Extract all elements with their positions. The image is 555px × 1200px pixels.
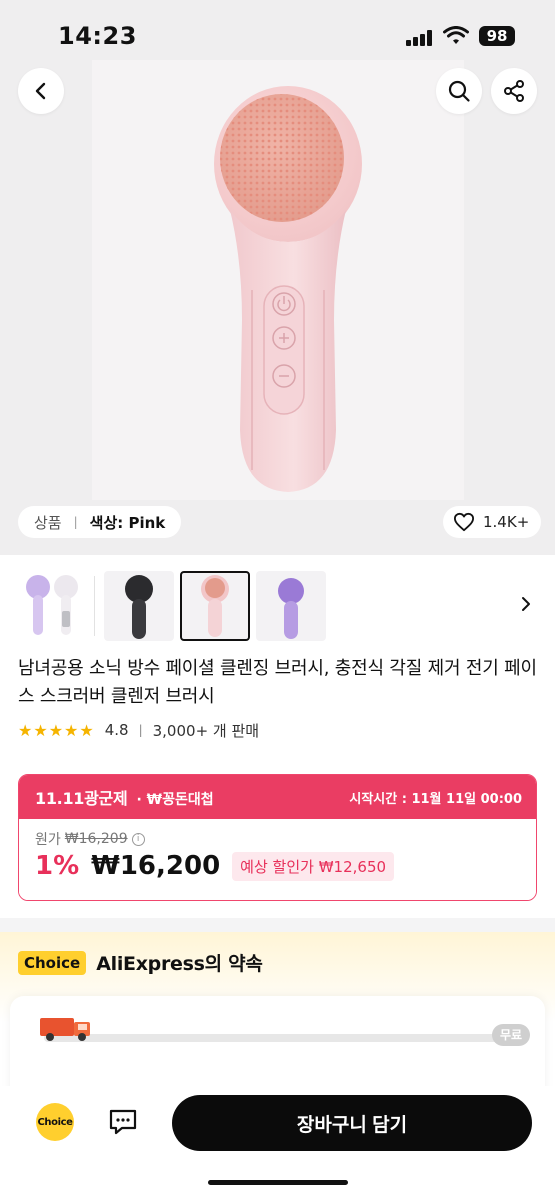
variant-separator: |	[73, 515, 78, 529]
section-gap	[0, 918, 555, 932]
wishlist-count: 1.4K+	[483, 513, 530, 531]
promo-card[interactable]: 11.11광군제 · ₩꽁돈대첩 시작시간 : 11월 11일 00:00 원가…	[18, 774, 537, 901]
thumbnail-divider	[94, 576, 95, 636]
back-button[interactable]	[18, 68, 64, 114]
thumbnail-pink[interactable]	[180, 571, 250, 641]
chevron-right-icon[interactable]	[518, 594, 534, 614]
shipping-progress-bar	[44, 1034, 528, 1042]
chat-icon[interactable]	[108, 1108, 138, 1136]
product-photo	[92, 60, 464, 500]
chevron-left-icon	[35, 82, 46, 100]
info-icon[interactable]: i	[131, 832, 145, 846]
home-indicator	[208, 1180, 348, 1185]
wifi-icon	[443, 26, 469, 44]
estimated-price-tag: 예상 할인가 ₩12,650	[232, 851, 395, 881]
original-price-row: 원가 ₩16,209 i	[35, 829, 145, 849]
variant-prefix: 상품	[34, 513, 62, 532]
sale-price: ₩16,200	[91, 851, 221, 881]
discount-percent: 1%	[35, 851, 80, 881]
rating-row[interactable]: ★ ★ ★ ★ ★ 4.8 | 3,000+ 개 판매	[18, 718, 259, 742]
search-button[interactable]	[436, 68, 482, 114]
rating-value: 4.8	[104, 721, 129, 739]
free-shipping-label: 무료	[492, 1024, 531, 1046]
sold-count: 3,000+ 개 판매	[152, 721, 260, 740]
bottom-action-bar: Choice 장바구니 담기	[0, 1086, 555, 1200]
choice-badge: Choice	[18, 950, 87, 975]
variant-pill[interactable]: 상품 | 색상: Pink	[18, 506, 182, 538]
search-icon	[448, 80, 470, 102]
product-hero-image[interactable]: 상품 | 색상: Pink 1.4K+	[0, 0, 555, 555]
promo-body: 원가 ₩16,209 i 1% ₩16,200 예상 할인가 ₩12,650	[19, 819, 536, 900]
promo-header: 11.11광군제 · ₩꽁돈대첩 시작시간 : 11월 11일 00:00	[19, 775, 536, 819]
original-price: ₩16,209	[64, 831, 128, 847]
heart-outline-icon	[453, 512, 474, 532]
price-row: 1% ₩16,200 예상 할인가 ₩12,650	[35, 851, 395, 881]
signal-icon	[406, 30, 434, 46]
share-icon	[504, 80, 524, 102]
variant-label: 색상: Pink	[89, 513, 166, 532]
add-to-cart-button[interactable]: 장바구니 담기	[172, 1095, 532, 1151]
status-bar: 14:23 98	[0, 0, 555, 70]
battery-indicator: 98	[479, 26, 515, 46]
thumbnail-black[interactable]	[104, 571, 174, 641]
choice-header[interactable]: Choice AliExpress의 약속	[18, 949, 263, 976]
promo-brand: 11.11광군제	[35, 789, 128, 808]
choice-store-button[interactable]: Choice	[36, 1103, 74, 1141]
choice-title: AliExpress의 약속	[96, 953, 263, 975]
rating-separator: |	[138, 723, 143, 737]
promo-sub: · ₩꽁돈대첩	[136, 792, 214, 808]
status-time: 14:23	[58, 22, 137, 50]
thumbnail-purple-white[interactable]	[18, 571, 88, 641]
truck-icon	[40, 1018, 90, 1041]
original-price-label: 원가	[35, 832, 61, 848]
star-rating-icon: ★ ★ ★ ★ ★	[18, 720, 94, 740]
promo-start-time: 시작시간 : 11월 11일 00:00	[349, 791, 522, 807]
share-button[interactable]	[491, 68, 537, 114]
thumbnail-purple[interactable]	[256, 571, 326, 641]
wishlist-button[interactable]: 1.4K+	[443, 506, 542, 538]
thumbnail-strip	[0, 566, 555, 646]
product-title: 남녀공용 소닉 방수 페이셜 클렌징 브러시, 충전식 각질 제거 전기 페이스…	[18, 658, 537, 707]
